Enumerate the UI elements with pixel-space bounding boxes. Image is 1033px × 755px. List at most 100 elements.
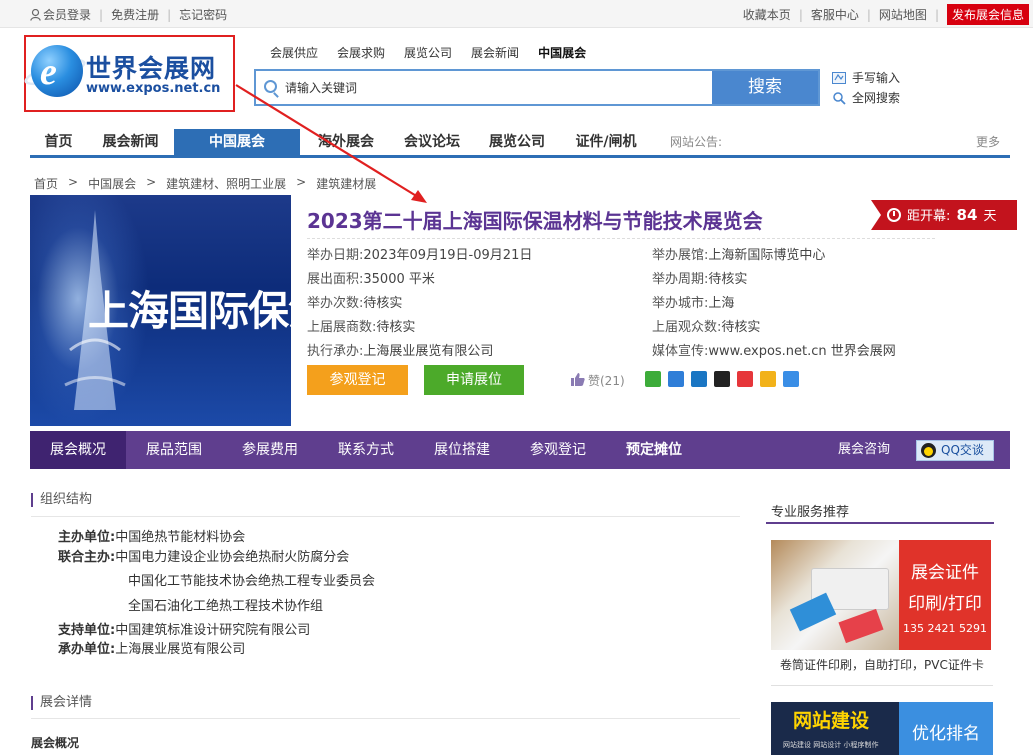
info-value: 上海	[708, 296, 735, 311]
breadcrumb-building-materials[interactable]: 建筑建材展	[316, 175, 376, 192]
handwrite-label: 手写输入	[852, 71, 901, 85]
qq-chat-button[interactable]: QQ交谈	[916, 440, 994, 461]
publish-expo-button[interactable]: 发布展会信息	[946, 4, 1029, 25]
qnav-exhibition-company[interactable]: 展览公司	[404, 44, 452, 61]
qq-chat-label: QQ交谈	[941, 443, 984, 457]
consult-label: 展会咨询	[837, 442, 890, 457]
website-building-ad[interactable]: 网站建设 网站建设 网站设计 小程序制作 优化排名	[771, 702, 993, 755]
nav-badge-gate[interactable]: 证件/闸机	[563, 129, 649, 155]
breadcrumb-sep: >	[146, 175, 157, 189]
title-divider	[307, 238, 935, 239]
qq-icon	[921, 443, 936, 458]
more-share-icon[interactable]	[783, 371, 799, 387]
qzone-share-icon[interactable]	[760, 371, 776, 387]
ad-line1: 展会证件	[911, 563, 979, 583]
info-key: 媒体宣传:	[652, 344, 709, 359]
info-media: 媒体宣传:www.expos.net.cn 世界会展网	[652, 340, 896, 359]
breadcrumb-china-expo[interactable]: 中国展会	[88, 175, 136, 192]
info-value: 35000 平米	[363, 272, 435, 287]
org-undertaker: 承办单位:上海展业展览有限公司	[58, 638, 245, 657]
thumbs-up-icon	[571, 372, 585, 389]
search-category-nav: 会展供应 会展求购 展览公司 展会新闻 中国展会	[270, 44, 586, 61]
visit-register-button[interactable]: 参观登记	[307, 365, 408, 395]
nav-home[interactable]: 首页	[30, 129, 87, 155]
main-nav: 首页 展会新闻 中国展会 海外展会 会议论坛 展览公司 证件/闸机 网站公告: …	[30, 129, 1010, 158]
badge-printing-ad[interactable]: 展会证件 印刷/打印 135 2421 5291	[771, 540, 991, 650]
apply-booth-button[interactable]: 申请展位	[424, 365, 524, 395]
handwrite-input-link[interactable]: 手写输入	[832, 68, 900, 88]
info-value: 待核实	[363, 296, 403, 311]
search-icon	[264, 80, 277, 93]
section-divider	[31, 516, 740, 517]
logo-name: 世界会展网	[86, 54, 217, 83]
fullsite-label: 全网搜索	[852, 91, 901, 105]
tab-overview[interactable]: 展会概况	[30, 431, 126, 469]
tab-visit-register[interactable]: 参观登记	[510, 431, 606, 469]
nav-overseas-expo[interactable]: 海外展会	[306, 129, 386, 155]
notice-more-link[interactable]: 更多	[976, 129, 1000, 155]
globe-icon: e	[31, 45, 83, 97]
info-area: 展出面积:35000 平米	[307, 268, 435, 287]
nav-expo-news[interactable]: 展会新闻	[93, 129, 168, 155]
breadcrumb-home[interactable]: 首页	[34, 175, 58, 192]
info-value: 待核实	[708, 272, 748, 287]
search-button[interactable]: 搜索	[712, 71, 818, 104]
section-divider	[31, 718, 740, 719]
like-button[interactable]: 赞(21)	[571, 372, 625, 389]
org-value: 中国电力建设企业协会绝热耐火防腐分会	[115, 550, 350, 565]
like-count: 赞(21)	[588, 374, 625, 388]
qnav-china-expo[interactable]: 中国展会	[538, 44, 586, 61]
bookmark-link[interactable]: 收藏本页	[743, 6, 791, 23]
breadcrumb-building-lighting[interactable]: 建筑建材、照明工业展	[166, 175, 286, 192]
divider: |	[798, 7, 803, 22]
info-cycle: 举办周期:待核实	[652, 268, 747, 287]
nav-conference[interactable]: 会议论坛	[392, 129, 472, 155]
info-key: 举办周期:	[652, 272, 709, 287]
info-last-visitors: 上届观众数:待核实	[652, 316, 760, 335]
info-value: 上海展业展览有限公司	[363, 344, 494, 359]
divider: |	[99, 7, 104, 22]
fullsite-search-link[interactable]: 全网搜索	[832, 88, 900, 108]
info-value: 2023年09月19日-09月21日	[363, 248, 533, 263]
qq-share-icon[interactable]	[714, 371, 730, 387]
tab-contact[interactable]: 联系方式	[318, 431, 414, 469]
tab-exhibit-scope[interactable]: 展品范围	[126, 431, 222, 469]
ad-line2: 印刷/打印	[908, 594, 982, 614]
sitemap-link[interactable]: 网站地图	[879, 6, 927, 23]
info-value: www.expos.net.cn 世界会展网	[708, 344, 896, 359]
clock-icon	[887, 208, 901, 222]
qnav-purchase[interactable]: 会展求购	[337, 44, 385, 61]
org-cohost-2: 中国化工节能技术协会绝热工程专业委员会	[128, 570, 375, 589]
org-value: 中国建筑标准设计研究院有限公司	[115, 623, 311, 638]
ad2-left-panel: 网站建设 网站建设 网站设计 小程序制作	[771, 702, 899, 755]
details-heading: 展会详情	[31, 696, 92, 710]
info-key: 展出面积:	[307, 272, 364, 287]
nav-exhibition-company[interactable]: 展览公司	[477, 129, 557, 155]
tab-reserve-booth[interactable]: 预定摊位	[606, 431, 702, 469]
nav-china-expo[interactable]: 中国展会	[174, 129, 300, 155]
tab-booth-build[interactable]: 展位搭建	[414, 431, 510, 469]
sidebar-divider	[771, 685, 993, 686]
org-value: 中国化工节能技术协会绝热工程专业委员会	[128, 574, 376, 589]
countdown-label: 距开幕:	[907, 209, 951, 224]
divider: |	[866, 7, 871, 22]
site-logo[interactable]: e 世界会展网 www.expos.net.cn	[21, 35, 235, 112]
weibo-share-icon[interactable]	[668, 371, 684, 387]
ad-caption[interactable]: 卷筒证件印刷，自助打印，PVC证件卡	[780, 656, 984, 673]
register-link[interactable]: 免费注册	[111, 6, 159, 23]
qnav-expo-news[interactable]: 展会新闻	[471, 44, 519, 61]
linkedin-share-icon[interactable]	[691, 371, 707, 387]
service-center-link[interactable]: 客服中心	[811, 6, 859, 23]
tab-fees[interactable]: 参展费用	[222, 431, 318, 469]
login-link[interactable]: 会员登录	[43, 6, 91, 23]
qnav-supply[interactable]: 会展供应	[270, 44, 318, 61]
search-input[interactable]	[285, 77, 705, 99]
forgot-password-link[interactable]: 忘记密码	[179, 6, 227, 23]
user-icon	[30, 8, 41, 21]
search-box: 搜索	[254, 69, 820, 106]
share-icons	[645, 371, 799, 387]
org-value: 上海展业展览有限公司	[115, 642, 246, 657]
sina-share-icon[interactable]	[737, 371, 753, 387]
poster-title: 上海国际保温展	[88, 287, 291, 335]
wechat-share-icon[interactable]	[645, 371, 661, 387]
